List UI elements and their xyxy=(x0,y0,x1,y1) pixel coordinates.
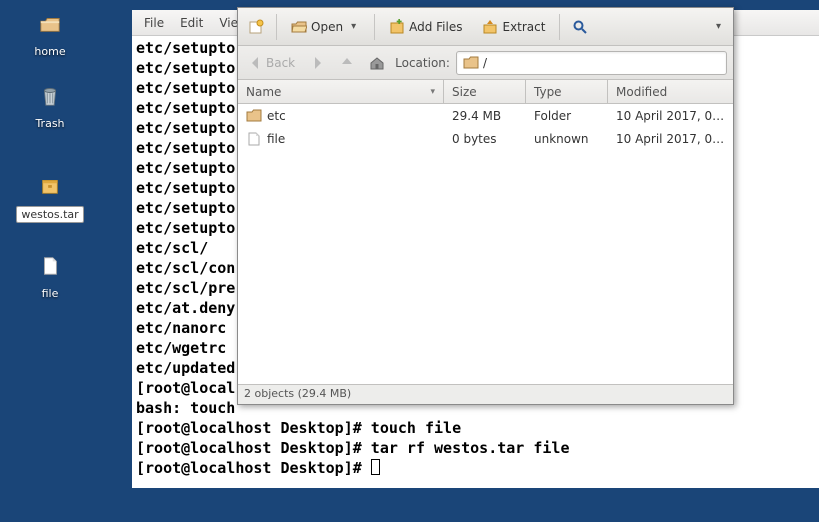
desktop-icon-label: Trash xyxy=(31,116,68,131)
file-icon xyxy=(30,248,70,284)
open-button[interactable]: Open ▾ xyxy=(285,16,366,38)
list-item[interactable]: file 0 bytes unknown 10 April 2017, 08:… xyxy=(238,127,733,150)
archive-list[interactable]: etc 29.4 MB Folder 10 April 2017, 08:… f… xyxy=(238,104,733,384)
desktop-icon-label: home xyxy=(30,44,69,59)
column-modified[interactable]: Modified xyxy=(608,80,733,103)
file-icon xyxy=(246,131,262,147)
desktop-icon-label: westos.tar xyxy=(16,206,83,223)
desktop-icon-home[interactable]: home xyxy=(10,6,90,59)
new-archive-button[interactable] xyxy=(244,16,268,38)
toolbar-separator xyxy=(276,14,277,40)
column-size[interactable]: Size xyxy=(444,80,526,103)
back-label: Back xyxy=(266,56,295,70)
column-type[interactable]: Type xyxy=(526,80,608,103)
menu-edit[interactable]: Edit xyxy=(174,14,209,32)
desktop-icon-trash[interactable]: Trash xyxy=(10,78,90,131)
open-label: Open xyxy=(311,20,343,34)
folder-icon xyxy=(246,108,262,124)
archive-statusbar: 2 objects (29.4 MB) xyxy=(238,384,733,404)
toolbar-separator xyxy=(374,14,375,40)
location-path: / xyxy=(483,56,487,70)
forward-button[interactable] xyxy=(305,53,329,73)
column-name[interactable]: Name▾ xyxy=(238,80,444,103)
desktop-icon-westos-tar[interactable]: westos.tar xyxy=(10,168,90,223)
archive-icon xyxy=(30,168,70,204)
add-files-label: Add Files xyxy=(409,20,462,34)
add-files-button[interactable]: Add Files xyxy=(383,16,468,38)
chevron-down-icon[interactable]: ▾ xyxy=(710,21,727,32)
desktop-icon-file[interactable]: file xyxy=(10,248,90,301)
archive-window: Open ▾ Add Files Extract ▾ Back xyxy=(237,7,734,405)
search-button[interactable] xyxy=(568,16,592,38)
location-input[interactable]: / xyxy=(456,51,727,75)
trash-icon xyxy=(30,78,70,114)
desktop-icon-label: file xyxy=(38,286,63,301)
chevron-down-icon[interactable]: ▾ xyxy=(347,21,360,32)
extract-label: Extract xyxy=(502,20,545,34)
location-label: Location: xyxy=(395,56,450,70)
toolbar-separator xyxy=(559,14,560,40)
list-item[interactable]: etc 29.4 MB Folder 10 April 2017, 08:… xyxy=(238,104,733,127)
home-button[interactable] xyxy=(365,53,389,73)
archive-columns: Name▾ Size Type Modified xyxy=(238,80,733,104)
folder-icon xyxy=(463,55,479,71)
home-icon xyxy=(30,6,70,42)
archive-navbar: Back Location: / xyxy=(238,46,733,80)
sort-indicator-icon: ▾ xyxy=(430,87,435,97)
back-button[interactable]: Back xyxy=(244,53,299,73)
up-button[interactable] xyxy=(335,53,359,73)
archive-toolbar: Open ▾ Add Files Extract ▾ xyxy=(238,8,733,46)
menu-file[interactable]: File xyxy=(138,14,170,32)
extract-button[interactable]: Extract xyxy=(476,16,551,38)
